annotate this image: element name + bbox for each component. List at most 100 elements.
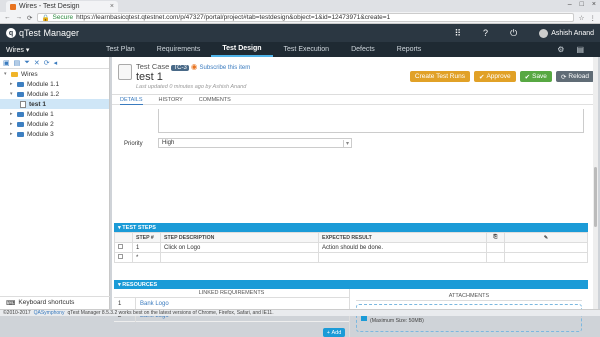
save-button[interactable]: ✔ Save (519, 71, 552, 82)
tree-item-test-1[interactable]: test 1 (0, 99, 109, 109)
maximize-icon[interactable]: □ (580, 1, 584, 8)
tab-test-execution[interactable]: Test Execution (273, 42, 341, 57)
apps-grid-icon[interactable]: ⠿ (454, 28, 461, 39)
tree-item-label: Module 2 (27, 120, 54, 128)
expand-toggle-icon[interactable]: ▸ (10, 131, 14, 137)
new-testcase-icon[interactable]: ▤ (14, 59, 21, 67)
tree-item-label: test 1 (29, 100, 46, 108)
step-description-header: STEP DESCRIPTION (160, 232, 319, 243)
table-row[interactable]: 1 Click on Logo Action should be done. (114, 242, 588, 253)
copyright: ©2010-2017 (3, 310, 31, 316)
collapse-icon[interactable]: ◂ (54, 59, 58, 67)
tree-item-module-2[interactable]: ▸ Module 2 (0, 119, 109, 129)
user-menu[interactable]: Ashish Anand (539, 28, 594, 38)
project-selector[interactable]: Wires ▾ (0, 46, 95, 54)
keyboard-shortcuts-link[interactable]: ⌨ Keyboard shortcuts (0, 296, 110, 308)
row-checkbox[interactable] (114, 252, 133, 263)
browser-tab[interactable]: Wires - Test Design × (6, 1, 118, 12)
back-icon[interactable]: ← (4, 14, 11, 21)
company-link[interactable]: QASymphony (34, 310, 65, 316)
app-header: q qTest Manager ⠿ ? ⏻ Ashish Anand (0, 24, 600, 42)
menu-dots-icon[interactable]: ⋮ (590, 14, 597, 22)
reload-button[interactable]: ⟳ Reload (555, 71, 594, 82)
browser-tab-bar: Wires - Test Design × – □ × (0, 0, 600, 12)
panel-scrollbar[interactable] (593, 57, 598, 309)
description-field[interactable] (158, 109, 584, 133)
wrench-icon: ✎ (504, 232, 588, 243)
step-attachment-cell[interactable] (486, 242, 505, 253)
avatar (539, 28, 549, 38)
test-case-title[interactable]: test 1 (136, 71, 163, 83)
expand-toggle-icon[interactable]: ▸ (10, 121, 14, 127)
expand-toggle-icon[interactable]: ▸ (10, 111, 14, 117)
step-attachment-cell[interactable] (486, 252, 505, 263)
gear-icon[interactable]: ⚙ (557, 45, 564, 54)
reload-page-icon[interactable]: ⟳ (27, 14, 32, 22)
close-tab-icon[interactable]: × (110, 3, 114, 10)
tab-details[interactable]: DETAILS (120, 95, 143, 105)
lock-icon: 🔒 (41, 14, 50, 22)
approve-button[interactable]: ✔ Approve (473, 71, 516, 82)
url-text: https://learnbasicqtest.qtestnet.com/p/4… (76, 14, 391, 21)
new-module-icon[interactable]: ▣ (3, 59, 10, 67)
scrollbar-thumb[interactable] (594, 167, 597, 227)
create-test-runs-button[interactable]: Create Test Runs (409, 71, 470, 82)
tree-item-module-1-2[interactable]: ▾ Module 1.2 (0, 89, 109, 99)
expand-toggle-icon[interactable]: ▸ (10, 81, 14, 87)
expected-result[interactable] (318, 252, 487, 263)
attachment-icon: ⎘ (486, 232, 505, 243)
step-actions-cell[interactable] (504, 242, 588, 253)
test-steps-header[interactable]: ▾ TEST STEPS (114, 223, 588, 232)
tab-requirements[interactable]: Requirements (146, 42, 212, 57)
step-actions-cell[interactable] (504, 252, 588, 263)
attachments-header: ATTACHMENTS (356, 292, 582, 301)
filter-icon[interactable]: ⏷ (24, 59, 30, 67)
tab-history[interactable]: HISTORY (159, 95, 183, 105)
tab-test-plan[interactable]: Test Plan (95, 42, 146, 57)
tab-defects[interactable]: Defects (340, 42, 386, 57)
footer: ©2010-2017 QASymphony qTest Manager 8.5.… (0, 309, 600, 316)
tree-item-module-1-1[interactable]: ▸ Module 1.1 (0, 79, 109, 89)
tab-comments[interactable]: COMMENTS (199, 95, 231, 105)
main-nav: Wires ▾ Test Plan Requirements Test Desi… (0, 42, 600, 57)
test-steps-title: TEST STEPS (122, 224, 156, 231)
step-description[interactable] (160, 252, 319, 263)
tab-test-design[interactable]: Test Design (211, 42, 273, 57)
star-icon[interactable]: ☆ (579, 14, 585, 22)
close-window-icon[interactable]: × (592, 1, 596, 8)
tree-item-label: Module 1 (27, 110, 54, 118)
expected-result[interactable]: Action should be done. (318, 242, 487, 253)
tree-item-wires[interactable]: ▾ Wires (0, 69, 109, 79)
notifications-icon[interactable]: ⏻ (510, 28, 517, 39)
select-column-header (114, 232, 133, 243)
address-bar: ← → ⟳ 🔒 Secure https://learnbasicqtest.q… (0, 12, 600, 24)
step-number-header: STEP # (132, 232, 161, 243)
tree-item-module-3[interactable]: ▸ Module 3 (0, 129, 109, 139)
add-requirement-button[interactable]: + Add (323, 328, 345, 337)
reload-icon: ⟳ (560, 73, 567, 81)
url-field[interactable]: 🔒 Secure https://learnbasicqtest.qtestne… (37, 13, 574, 22)
collapse-toggle-icon[interactable]: ▾ (10, 91, 14, 97)
forward-icon[interactable]: → (16, 14, 23, 21)
tree-item-module-1[interactable]: ▸ Module 1 (0, 109, 109, 119)
app-logo[interactable]: q qTest Manager (6, 28, 79, 38)
product-name: Manager (43, 28, 80, 38)
table-row[interactable]: * (114, 252, 588, 263)
refresh-icon[interactable]: ⟳ (44, 59, 50, 67)
step-description[interactable]: Click on Logo (160, 242, 319, 253)
module-folder-icon (17, 81, 24, 87)
collapse-toggle-icon[interactable]: ▾ (4, 71, 8, 77)
tab-reports[interactable]: Reports (386, 42, 433, 57)
subscribe-link[interactable]: Subscribe this item (200, 65, 251, 71)
resources-header[interactable]: ▾ RESOURCES (114, 280, 588, 289)
row-checkbox[interactable] (114, 242, 133, 253)
expected-result-header: EXPECTED RESULT (318, 232, 487, 243)
linked-number: 1 (114, 297, 136, 310)
linked-requirement-link[interactable]: Bank Logo (136, 301, 169, 307)
priority-select[interactable]: High ▾ (158, 138, 352, 148)
view-icon[interactable]: ▤ (576, 45, 584, 54)
minimize-icon[interactable]: – (568, 1, 572, 8)
help-icon[interactable]: ? (483, 28, 488, 38)
test-case-header: Test Case TC-3 ◉ Subscribe this item tes… (112, 57, 598, 95)
delete-icon[interactable]: ✕ (34, 59, 40, 67)
